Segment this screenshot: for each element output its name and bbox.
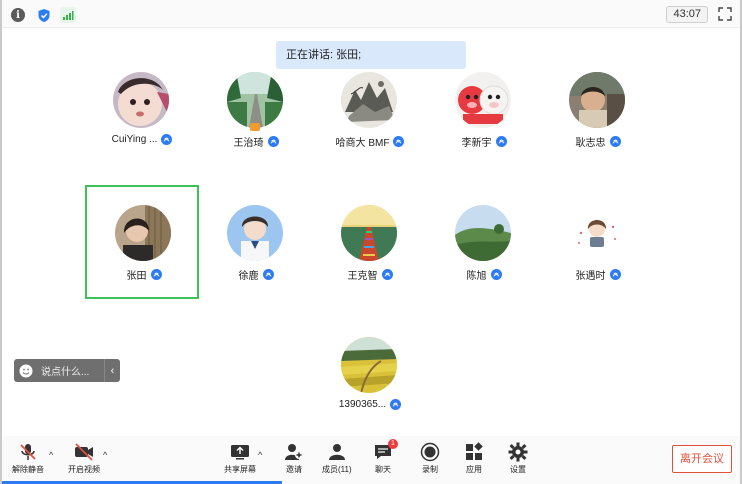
members-label: 成员(11) <box>322 465 352 474</box>
mic-icon <box>609 136 621 147</box>
participant-name: 张田 <box>126 271 147 282</box>
mic-icon <box>161 134 173 145</box>
avatar <box>455 205 511 261</box>
avatar <box>227 72 283 128</box>
participant-tile[interactable]: 耿志忠 <box>541 54 655 168</box>
bottom-toolbar: 解除静音 ^ 开启视频 ^ 共享屏幕 ^ 邀请 成员(11) 1 聊天 录制 应… <box>2 436 740 484</box>
settings-button[interactable]: 设置 <box>508 442 528 475</box>
avatar <box>113 72 169 128</box>
shield-icon[interactable] <box>36 7 52 23</box>
mic-icon <box>150 269 162 280</box>
participant-name: CuiYing ... <box>111 134 158 145</box>
leave-meeting-button[interactable]: 离开会议 <box>672 445 732 473</box>
info-icon[interactable]: i <box>10 7 26 23</box>
avatar <box>341 72 397 128</box>
participant-tile[interactable]: CuiYing ... <box>85 54 199 168</box>
participant-tile[interactable]: 李新宇 <box>427 54 541 168</box>
settings-label: 设置 <box>510 465 526 474</box>
host-icon <box>250 123 260 131</box>
participant-name: 徐鹿 <box>238 271 259 282</box>
gear-icon <box>508 442 528 462</box>
participant-name: 哈商大 BMF <box>335 138 390 149</box>
avatar <box>569 72 625 128</box>
apps-button[interactable]: 应用 <box>464 442 484 475</box>
mic-muted-icon <box>20 444 36 460</box>
start-video-label: 开启视频 <box>68 465 100 474</box>
participant-name: 李新宇 <box>461 138 492 149</box>
members-icon <box>328 444 345 460</box>
mic-icon <box>381 269 393 280</box>
chevron-up-icon[interactable]: ^ <box>103 450 107 460</box>
start-video-button[interactable]: 开启视频 <box>68 442 100 475</box>
mic-icon <box>262 269 274 280</box>
avatar <box>341 205 397 261</box>
chevron-left-icon[interactable]: ‹ <box>104 359 120 382</box>
avatar <box>569 205 625 261</box>
chat-label: 聊天 <box>375 465 391 474</box>
mic-icon <box>490 269 502 280</box>
participant-tile-active-speaker[interactable]: 张田 <box>85 185 199 299</box>
unmute-label: 解除静音 <box>12 465 44 474</box>
apps-label: 应用 <box>466 465 482 474</box>
mic-icon <box>495 136 507 147</box>
participant-tile[interactable]: 王克智 <box>313 187 427 301</box>
invite-label: 邀请 <box>286 465 302 474</box>
members-button[interactable]: 成员(11) <box>322 442 352 475</box>
chevron-up-icon[interactable]: ^ <box>49 450 53 460</box>
participant-name: 陈旭 <box>466 271 487 282</box>
emoji-icon[interactable] <box>19 364 33 378</box>
chat-placeholder[interactable]: 说点什么... <box>41 363 104 378</box>
mic-icon <box>609 269 621 280</box>
avatar <box>227 205 283 261</box>
top-bar: i 43:07 <box>2 0 740 28</box>
signal-strength-icon[interactable] <box>60 7 76 23</box>
unread-badge: 1 <box>388 439 398 449</box>
invite-button[interactable]: 邀请 <box>284 442 304 475</box>
record-label: 录制 <box>422 465 438 474</box>
video-off-icon <box>75 443 93 461</box>
participant-name: 1390365... <box>338 399 387 410</box>
participant-name: 张遇时 <box>575 271 606 282</box>
fullscreen-icon[interactable] <box>718 7 732 21</box>
meeting-timer: 43:07 <box>666 6 708 23</box>
chevron-up-icon[interactable]: ^ <box>258 450 262 460</box>
participant-tile[interactable]: 哈商大 BMF <box>313 54 427 168</box>
mic-icon <box>393 136 405 147</box>
record-button[interactable]: 录制 <box>420 442 440 475</box>
avatar <box>455 72 511 128</box>
record-icon <box>420 442 440 462</box>
share-screen-button[interactable]: 共享屏幕 <box>224 442 256 475</box>
participant-tile[interactable]: 1390365... <box>313 319 427 433</box>
participant-tile[interactable]: 陈旭 <box>427 187 541 301</box>
mic-icon <box>267 136 279 147</box>
participant-tile[interactable]: 张遇时 <box>541 187 655 301</box>
chat-button[interactable]: 1 聊天 <box>373 439 398 475</box>
share-screen-label: 共享屏幕 <box>224 465 256 474</box>
participant-tile[interactable]: 徐鹿 <box>199 187 313 301</box>
chat-input-bubble[interactable]: 说点什么... ‹ <box>14 359 120 382</box>
participant-name: 王克智 <box>347 271 378 282</box>
participant-tile[interactable]: 王治琦 <box>199 54 313 168</box>
share-screen-icon <box>231 445 249 460</box>
invite-icon <box>285 444 303 460</box>
mic-icon <box>390 399 402 410</box>
participant-name: 耿志忠 <box>575 138 606 149</box>
avatar <box>341 337 397 393</box>
apps-icon <box>466 442 483 460</box>
participant-name: 王治琦 <box>233 138 264 149</box>
unmute-button[interactable]: 解除静音 <box>12 442 44 475</box>
avatar <box>115 205 171 261</box>
